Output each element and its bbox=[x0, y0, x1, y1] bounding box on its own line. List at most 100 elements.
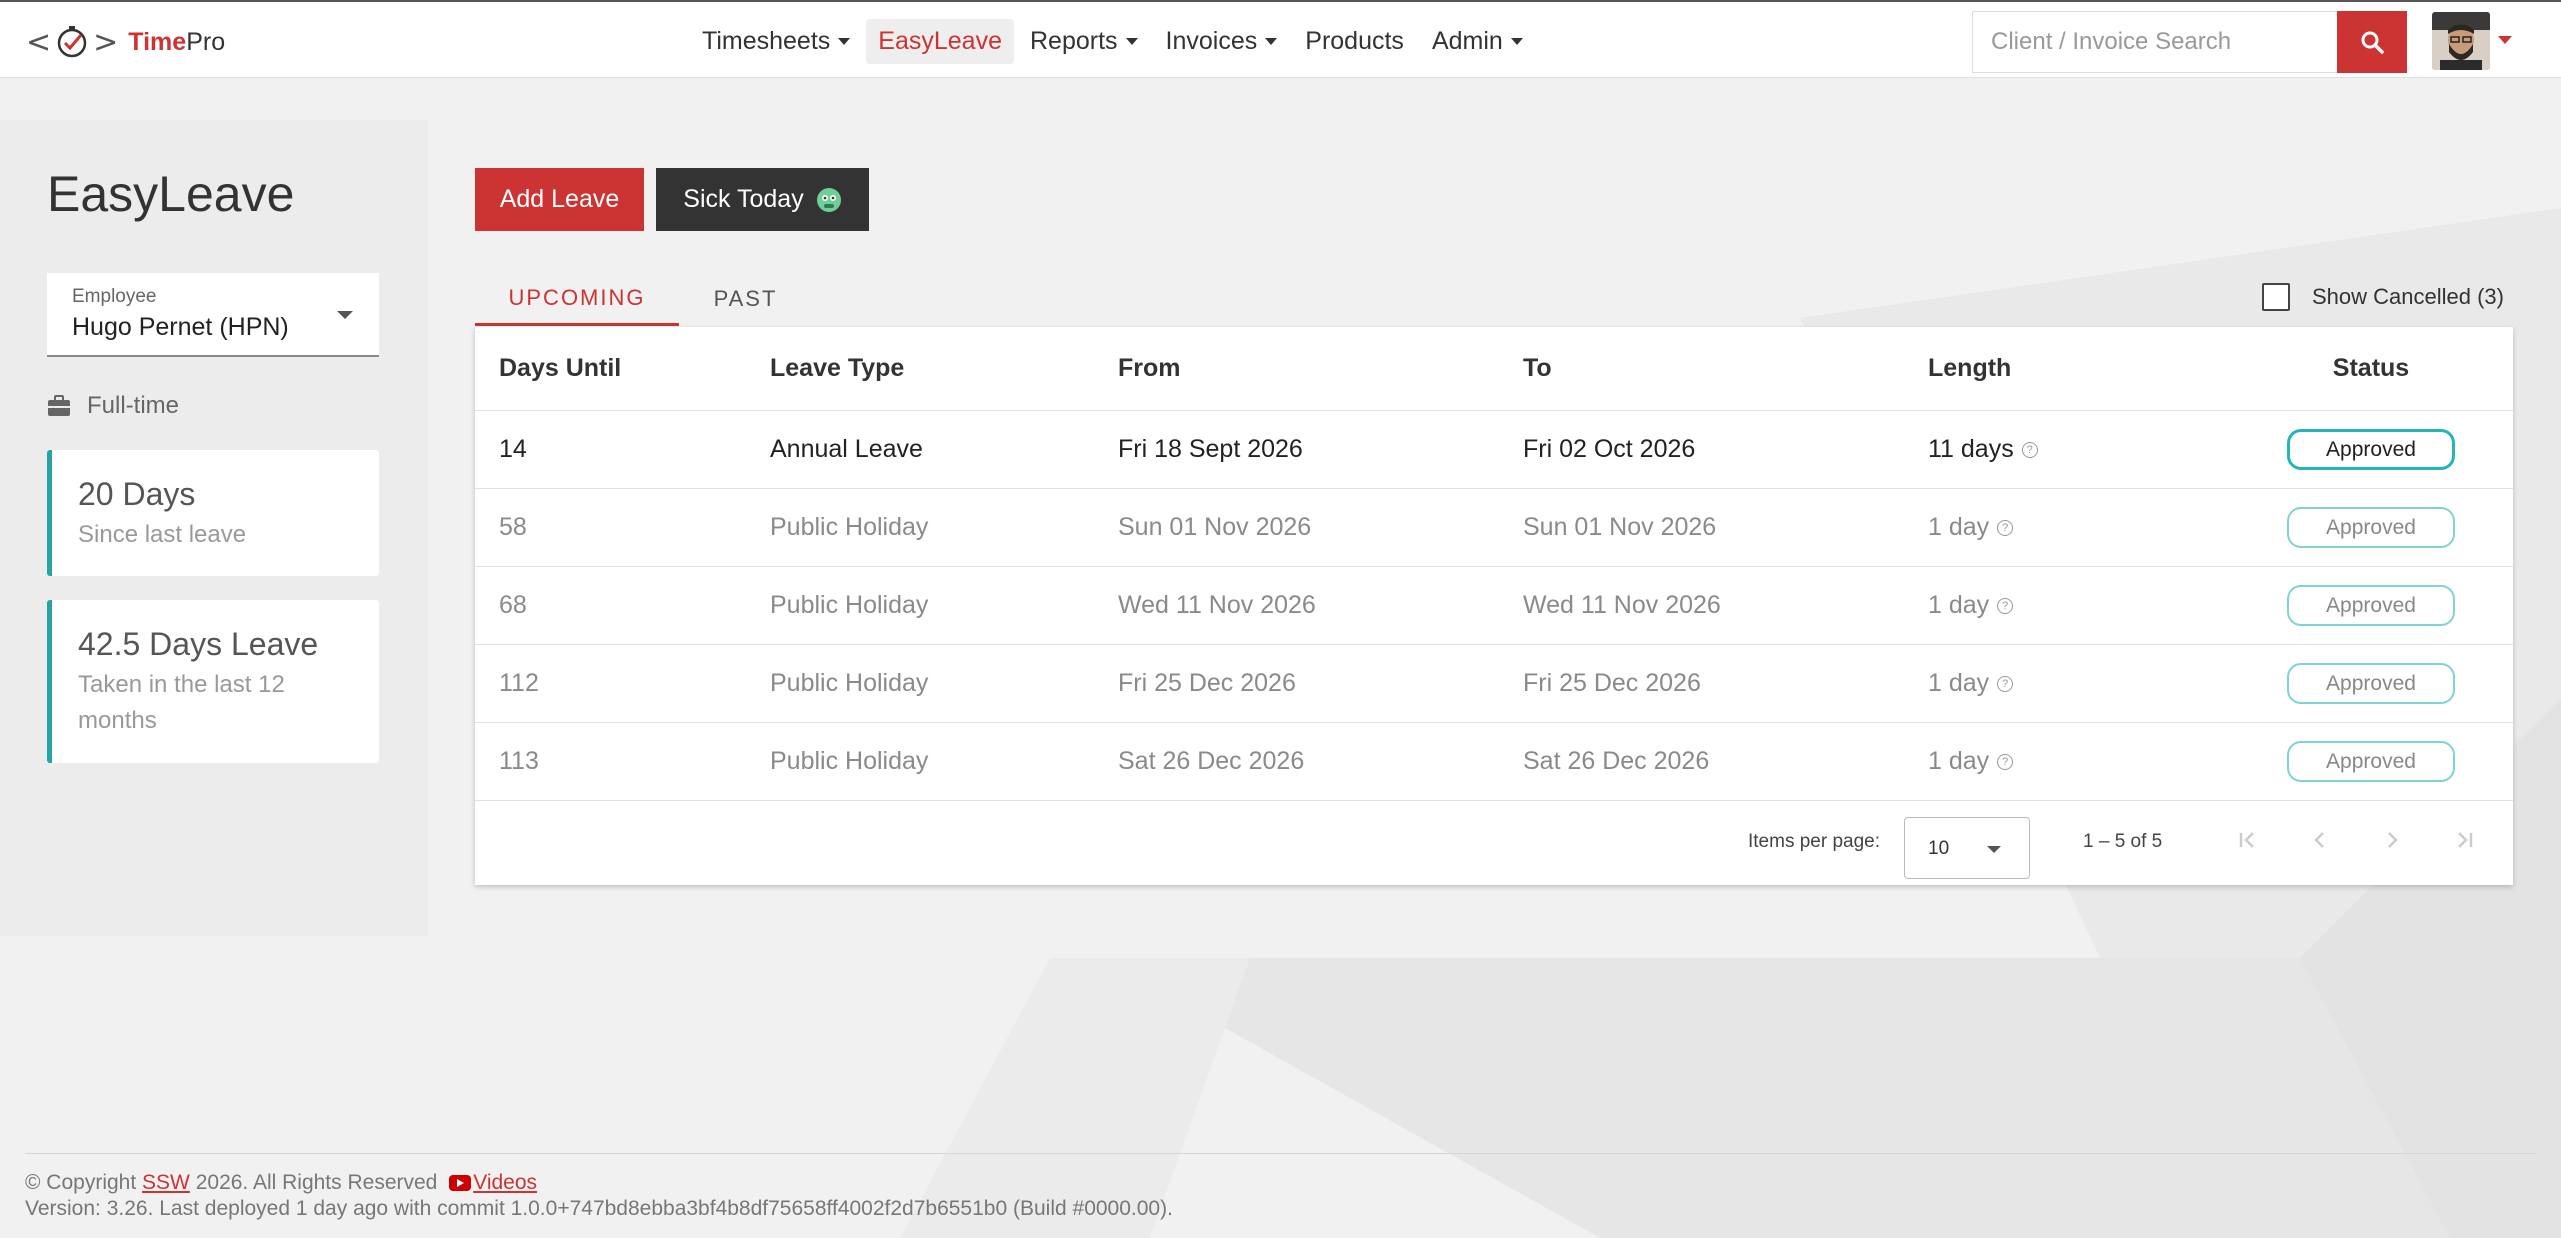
nav-admin-label: Admin bbox=[1431, 26, 1503, 55]
version-line: Version: 3.26. Last deployed 1 day ago w… bbox=[25, 1197, 1173, 1220]
card-value: 20 Days bbox=[78, 476, 196, 512]
status-cell: Approved bbox=[2255, 411, 2487, 488]
chevron-down-icon bbox=[1510, 37, 1523, 45]
nav-easyleave-label: EasyLeave bbox=[878, 26, 1002, 55]
nav-products[interactable]: Products bbox=[1293, 19, 1416, 64]
days-until-cell: 113 bbox=[499, 747, 539, 775]
videos-link[interactable]: Videos bbox=[473, 1171, 537, 1194]
employment-type-label: Full-time bbox=[87, 392, 180, 419]
leave-type-cell: Public Holiday bbox=[770, 591, 929, 619]
first-page-button[interactable] bbox=[2223, 815, 2273, 865]
nav-admin[interactable]: Admin bbox=[1420, 19, 1535, 64]
days-until-cell: 68 bbox=[499, 591, 527, 619]
column-header-status[interactable]: Status bbox=[2255, 327, 2487, 410]
show-cancelled-label: Show Cancelled (3) bbox=[2312, 284, 2504, 309]
tab-upcoming[interactable]: UPCOMING bbox=[475, 272, 679, 326]
client-invoice-search-input[interactable] bbox=[1972, 11, 2338, 73]
logo-text-time: Time bbox=[128, 27, 187, 56]
nav-products-label: Products bbox=[1305, 26, 1404, 55]
table-paginator: Items per page: 10 1 – 5 of 5 bbox=[475, 795, 2513, 885]
length-value: 1 day bbox=[1928, 513, 1990, 541]
column-header-length[interactable]: Length bbox=[1928, 327, 2011, 410]
show-cancelled-checkbox[interactable] bbox=[2262, 283, 2290, 311]
nav-timesheets[interactable]: Timesheets bbox=[690, 19, 862, 64]
from-cell: Fri 25 Dec 2026 bbox=[1118, 669, 1296, 697]
search-button[interactable] bbox=[2337, 11, 2407, 73]
since-last-leave-card: 20 Days Since last leave bbox=[47, 450, 379, 576]
tab-past[interactable]: PAST bbox=[688, 272, 803, 326]
dropdown-arrow-icon bbox=[1987, 846, 2001, 853]
nav-invoices-label: Invoices bbox=[1165, 26, 1258, 55]
clock-logo-icon bbox=[57, 26, 87, 58]
card-value: 42.5 Days Leave bbox=[78, 626, 319, 662]
table-row[interactable]: 58 Public Holiday Sun 01 Nov 2026 Sun 01… bbox=[475, 489, 2513, 567]
items-per-page-label: Items per page: bbox=[1748, 831, 1881, 852]
show-cancelled-toggle[interactable]: Show Cancelled (3) bbox=[2262, 283, 2504, 311]
right-bracket-glyph: > bbox=[93, 24, 119, 60]
page-range-label: 1 – 5 of 5 bbox=[2083, 831, 2163, 852]
help-icon[interactable]: ? bbox=[1997, 753, 2014, 770]
timepro-logo[interactable]: < > Time Pro bbox=[26, 22, 225, 62]
table-row[interactable]: 68 Public Holiday Wed 11 Nov 2026 Wed 11… bbox=[475, 567, 2513, 645]
table-row[interactable]: 112 Public Holiday Fri 25 Dec 2026 Fri 2… bbox=[475, 645, 2513, 723]
last-page-button[interactable] bbox=[2439, 815, 2489, 865]
help-icon[interactable]: ? bbox=[1997, 519, 2014, 536]
next-page-button[interactable] bbox=[2367, 815, 2417, 865]
items-per-page-select[interactable]: 10 bbox=[1904, 817, 2030, 879]
help-icon[interactable]: ? bbox=[2021, 441, 2038, 458]
user-avatar[interactable] bbox=[2432, 12, 2490, 70]
from-cell: Sun 01 Nov 2026 bbox=[1118, 513, 1312, 541]
leave-type-cell: Public Holiday bbox=[770, 513, 929, 541]
nav-invoices[interactable]: Invoices bbox=[1154, 19, 1290, 64]
nav-timesheets-label: Timesheets bbox=[702, 26, 831, 55]
help-icon[interactable]: ? bbox=[1997, 597, 2014, 614]
status-badge: Approved bbox=[2287, 429, 2455, 470]
days-until-cell: 58 bbox=[499, 513, 527, 541]
column-header-leave-type[interactable]: Leave Type bbox=[770, 327, 904, 410]
chevron-right-icon bbox=[2388, 832, 2398, 848]
copyright-suffix: 2026. All Rights Reserved bbox=[195, 1171, 438, 1194]
length-value: 11 days bbox=[1928, 435, 2014, 463]
user-menu-caret-icon[interactable] bbox=[2498, 36, 2512, 44]
to-cell: Sat 26 Dec 2026 bbox=[1523, 747, 1710, 775]
chevron-down-icon bbox=[1125, 37, 1138, 45]
add-leave-button[interactable]: Add Leave bbox=[475, 168, 644, 231]
status-cell: Approved bbox=[2255, 723, 2487, 800]
chevron-down-icon bbox=[838, 37, 851, 45]
status-badge: Approved bbox=[2287, 585, 2455, 626]
table-row[interactable]: 14 Annual Leave Fri 18 Sept 2026 Fri 02 … bbox=[475, 411, 2513, 489]
chevron-down-icon bbox=[1265, 37, 1278, 45]
ssw-link[interactable]: SSW bbox=[142, 1171, 190, 1194]
add-leave-label: Add Leave bbox=[499, 185, 620, 213]
status-badge: Approved bbox=[2287, 741, 2455, 782]
last-page-icon bbox=[2458, 832, 2473, 848]
table-row[interactable]: 113 Public Holiday Sat 26 Dec 2026 Sat 2… bbox=[475, 723, 2513, 801]
from-cell: Sat 26 Dec 2026 bbox=[1118, 747, 1305, 775]
length-cell: 1 day? bbox=[1928, 723, 2014, 800]
first-page-icon bbox=[2239, 832, 2254, 848]
dropdown-arrow-icon bbox=[337, 311, 353, 319]
sick-today-label: Sick Today bbox=[683, 185, 804, 213]
column-header-days-until[interactable]: Days Until bbox=[499, 327, 621, 410]
length-cell: 1 day? bbox=[1928, 489, 2014, 566]
top-navbar: < > Time Pro Timesheets EasyLeave Reports… bbox=[0, 0, 2561, 78]
to-cell: Fri 25 Dec 2026 bbox=[1523, 669, 1701, 697]
nav-easyleave[interactable]: EasyLeave bbox=[866, 18, 1014, 64]
sick-today-button[interactable]: Sick Today bbox=[656, 168, 869, 231]
logo-text-pro: Pro bbox=[186, 27, 226, 56]
items-per-page-value: 10 bbox=[1928, 838, 1950, 859]
previous-page-button[interactable] bbox=[2295, 815, 2345, 865]
table-header-row: Days Until Leave Type From To Length Sta… bbox=[475, 327, 2513, 411]
briefcase-icon bbox=[48, 395, 70, 416]
status-cell: Approved bbox=[2255, 567, 2487, 644]
status-badge: Approved bbox=[2287, 663, 2455, 704]
nav-reports[interactable]: Reports bbox=[1018, 19, 1150, 64]
copyright-prefix: © Copyright bbox=[25, 1171, 137, 1194]
status-cell: Approved bbox=[2255, 645, 2487, 722]
footer-divider bbox=[25, 1153, 2535, 1154]
column-header-to[interactable]: To bbox=[1523, 327, 1552, 410]
column-header-from[interactable]: From bbox=[1118, 327, 1181, 410]
help-icon[interactable]: ? bbox=[1997, 675, 2014, 692]
leave-taken-card: 42.5 Days Leave Taken in the last 12 mon… bbox=[47, 600, 379, 763]
employee-select[interactable]: Employee Hugo Pernet (HPN) bbox=[47, 273, 379, 357]
